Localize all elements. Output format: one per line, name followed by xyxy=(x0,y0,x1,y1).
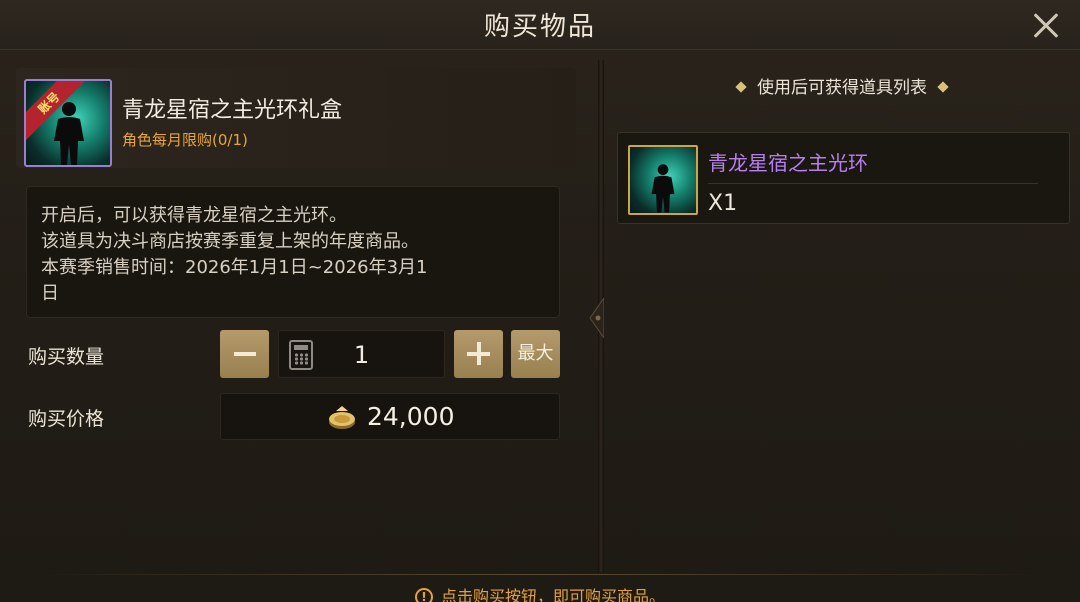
quantity-label: 购买数量 xyxy=(28,346,105,368)
dialog-title: 购买物品 xyxy=(483,12,596,42)
divider-ornament xyxy=(589,298,604,338)
reward-item-icon[interactable] xyxy=(628,145,698,215)
silhouette-icon xyxy=(54,102,84,165)
diamond-icon xyxy=(937,81,949,93)
title-bar: 购买物品 xyxy=(0,0,1080,50)
close-icon[interactable] xyxy=(1028,8,1064,44)
price-value: 24,000 xyxy=(367,402,455,431)
gold-coin-icon xyxy=(329,406,355,429)
diamond-icon xyxy=(735,81,747,93)
description-line: 开启后，可以获得青龙星宿之主光环。 xyxy=(41,205,347,226)
reward-item-name: 青龙星宿之主光环 xyxy=(708,151,868,175)
silhouette-icon xyxy=(651,164,675,213)
item-description: 开启后，可以获得青龙星宿之主光环。 该道具为决斗商店按赛季重复上架的年度商品。 … xyxy=(26,186,560,318)
description-line: 本赛季销售时间：2026年1月1日~2026年3月1 xyxy=(41,257,428,278)
reward-item-count: X1 xyxy=(708,191,738,216)
calculator-icon[interactable] xyxy=(289,340,313,370)
description-line: 该道具为决斗商店按赛季重复上架的年度商品。 xyxy=(41,231,419,252)
purchase-limit: 角色每月限购(0/1) xyxy=(122,131,248,149)
divider xyxy=(708,183,1038,184)
quantity-input[interactable]: 1 xyxy=(278,330,445,378)
quantity-value: 1 xyxy=(353,341,370,369)
decrease-quantity-button[interactable] xyxy=(220,330,269,378)
reward-list-title: 使用后可获得道具列表 xyxy=(757,78,927,98)
footer-hint: ! 点击购买按钮，即可购买商品。 xyxy=(0,583,1080,602)
footer-divider xyxy=(30,574,1050,575)
item-icon[interactable]: 账号 xyxy=(24,79,112,167)
increase-quantity-button[interactable] xyxy=(454,330,503,378)
footer-hint-text: 点击购买按钮，即可购买商品。 xyxy=(440,587,665,602)
price-label: 购买价格 xyxy=(28,408,105,430)
description-line: 日 xyxy=(41,283,59,304)
warning-icon: ! xyxy=(414,588,433,602)
max-quantity-button[interactable]: 最大 xyxy=(511,330,560,378)
reward-list-header: 使用后可获得道具列表 xyxy=(604,73,1080,98)
purchase-dialog: 购买物品 账号 青龙星宿之主光环礼盒 角色每月限购(0/1) 开启后，可以获得青… xyxy=(0,0,1080,602)
price-display: 24,000 xyxy=(220,393,560,440)
item-name: 青龙星宿之主光环礼盒 xyxy=(122,98,343,123)
reward-item[interactable]: 青龙星宿之主光环 X1 xyxy=(617,132,1070,224)
